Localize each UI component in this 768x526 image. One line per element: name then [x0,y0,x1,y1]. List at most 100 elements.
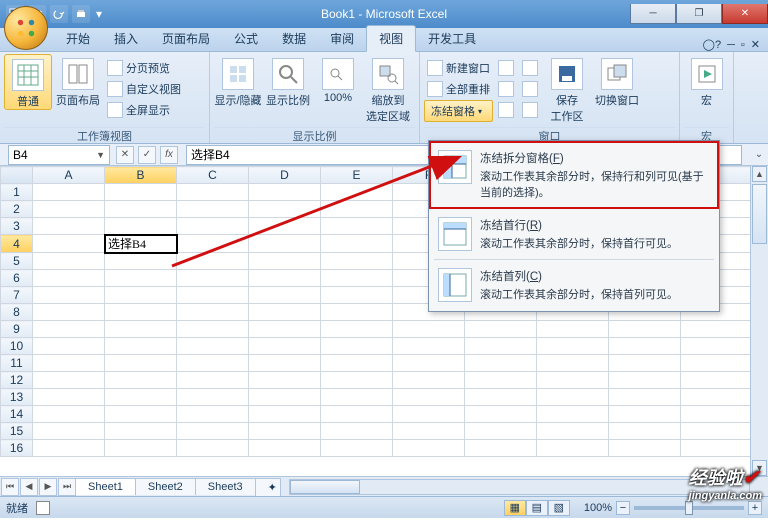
vertical-scrollbar[interactable]: ▲ ▼ [750,166,768,476]
row-header-7[interactable]: 7 [1,287,33,304]
freeze-panes-button[interactable]: 冻结窗格▾ [424,100,493,122]
custom-views-button[interactable]: 自定义视图 [104,79,184,99]
arrange-all-button[interactable]: 全部重排 [424,79,493,99]
tab-pagelayout[interactable]: 页面布局 [150,26,222,51]
row-header-1[interactable]: 1 [1,184,33,201]
tab-view[interactable]: 视图 [366,25,416,52]
tab-formulas[interactable]: 公式 [222,26,270,51]
row-header-15[interactable]: 15 [1,423,33,440]
sync-scroll-button[interactable] [519,79,541,99]
maximize-button[interactable]: ❐ [676,4,722,24]
tab-data[interactable]: 数据 [270,26,318,51]
horizontal-scrollbar[interactable] [289,479,750,495]
freeze-first-col-option[interactable]: 冻结首列(C) 滚动工作表其余部分时，保持首列可见。 [432,262,716,308]
fullscreen-button[interactable]: 全屏显示 [104,100,184,120]
group-window: 新建窗口 全部重排 冻结窗格▾ 保存 工作区 切换窗口 [420,52,680,143]
col-header-B[interactable]: B [105,167,177,184]
status-bar: 就绪 ▦ ▤ ▧ 100% − + [0,496,768,518]
ribbon-close-icon[interactable]: ✕ [751,38,760,51]
zoom-button[interactable]: 显示比例 [264,54,312,108]
col-header-D[interactable]: D [249,167,321,184]
cancel-icon[interactable]: ✕ [116,146,134,164]
qat-redo-icon[interactable] [50,5,68,23]
pagebreak-preview-button[interactable]: 分页预览 [104,58,184,78]
freeze-top-row-option[interactable]: 冻结首行(R) 滚动工作表其余部分时，保持首行可见。 [432,211,716,257]
new-sheet-icon[interactable]: ✦ [255,478,281,496]
zoom-selection-button[interactable]: 缩放到 选定区域 [364,54,412,124]
side-by-side-button[interactable] [519,58,541,78]
save-workspace-button[interactable]: 保存 工作区 [543,54,591,124]
ribbon-restore-icon[interactable]: ▫ [741,39,745,51]
ribbon-min-icon[interactable]: ─ [727,39,735,51]
freeze-panes-title: 冻结拆分窗格(F) [480,150,710,166]
zoom-out-button[interactable]: − [616,501,630,515]
zoom-selection-icon [372,58,404,90]
col-header-C[interactable]: C [177,167,249,184]
row-header-3[interactable]: 3 [1,218,33,235]
view-pagebreak-icon[interactable]: ▧ [548,500,570,516]
qat-dropdown-icon[interactable]: ▾ [94,5,104,23]
new-window-button[interactable]: 新建窗口 [424,58,493,78]
tab-home[interactable]: 开始 [54,26,102,51]
row-header-13[interactable]: 13 [1,389,33,406]
row-header-16[interactable]: 16 [1,440,33,457]
pagelayout-view-button[interactable]: 页面布局 [54,54,102,108]
tab-nav-last-icon[interactable]: ⏭ [58,478,76,496]
switch-windows-button[interactable]: 切换窗口 [593,54,641,108]
row-header-10[interactable]: 10 [1,338,33,355]
expand-formula-icon[interactable]: ⌄ [750,149,768,160]
row-header-14[interactable]: 14 [1,406,33,423]
row-header-2[interactable]: 2 [1,201,33,218]
sheet-tab-3[interactable]: Sheet3 [195,478,256,495]
showhide-icon [222,58,254,90]
name-box-dropdown-icon[interactable]: ▼ [96,150,105,160]
freeze-panes-option[interactable]: 冻结拆分窗格(F) 滚动工作表其余部分时，保持行和列可见(基于当前的选择)。 [432,144,716,206]
minimize-button[interactable]: ─ [630,4,676,24]
hscroll-thumb[interactable] [290,480,360,494]
qat-print-icon[interactable] [72,5,90,23]
office-button[interactable] [4,6,48,50]
zoom-level[interactable]: 100% [584,502,612,514]
zoom-slider-thumb[interactable] [685,501,693,515]
split-button[interactable] [495,58,517,78]
row-header-12[interactable]: 12 [1,372,33,389]
col-header-E[interactable]: E [321,167,393,184]
zoom-100-button[interactable]: 100% [314,54,362,104]
tab-review[interactable]: 审阅 [318,26,366,51]
unhide-button[interactable] [495,100,517,120]
tab-developer[interactable]: 开发工具 [416,26,488,51]
fx-button[interactable]: fx [160,146,178,164]
reset-pos-button[interactable] [519,100,541,120]
tab-nav-first-icon[interactable]: ⏮ [1,478,19,496]
sheet-tab-2[interactable]: Sheet2 [135,478,196,495]
showhide-button[interactable]: 显示/隐藏 [214,54,262,108]
zoom-label: 显示比例 [266,92,310,108]
view-pagelayout-icon[interactable]: ▤ [526,500,548,516]
row-header-11[interactable]: 11 [1,355,33,372]
scroll-thumb[interactable] [752,184,767,244]
tab-nav-prev-icon[interactable]: ◀ [20,478,38,496]
scroll-up-icon[interactable]: ▲ [752,166,767,182]
select-all-corner[interactable] [1,167,33,184]
row-header-4[interactable]: 4 [1,235,33,253]
row-header-6[interactable]: 6 [1,270,33,287]
normal-view-button[interactable]: 普通 [4,54,52,110]
cell-B4[interactable]: 选择B4 [105,235,177,253]
macro-record-icon[interactable] [36,501,50,515]
name-box[interactable]: B4 ▼ [8,145,110,165]
hide-button[interactable] [495,79,517,99]
row-header-9[interactable]: 9 [1,321,33,338]
help-icon[interactable]: ◯? [703,38,721,51]
tab-nav-next-icon[interactable]: ▶ [39,478,57,496]
tab-insert[interactable]: 插入 [102,26,150,51]
close-button[interactable]: ✕ [722,4,768,24]
sheet-tab-1[interactable]: Sheet1 [75,478,136,495]
zoom-slider[interactable] [634,506,744,510]
zoom-in-button[interactable]: + [748,501,762,515]
row-header-8[interactable]: 8 [1,304,33,321]
view-normal-icon[interactable]: ▦ [504,500,526,516]
enter-icon[interactable]: ✓ [138,146,156,164]
col-header-A[interactable]: A [33,167,105,184]
row-header-5[interactable]: 5 [1,253,33,270]
macros-button[interactable]: 宏 [684,54,729,108]
